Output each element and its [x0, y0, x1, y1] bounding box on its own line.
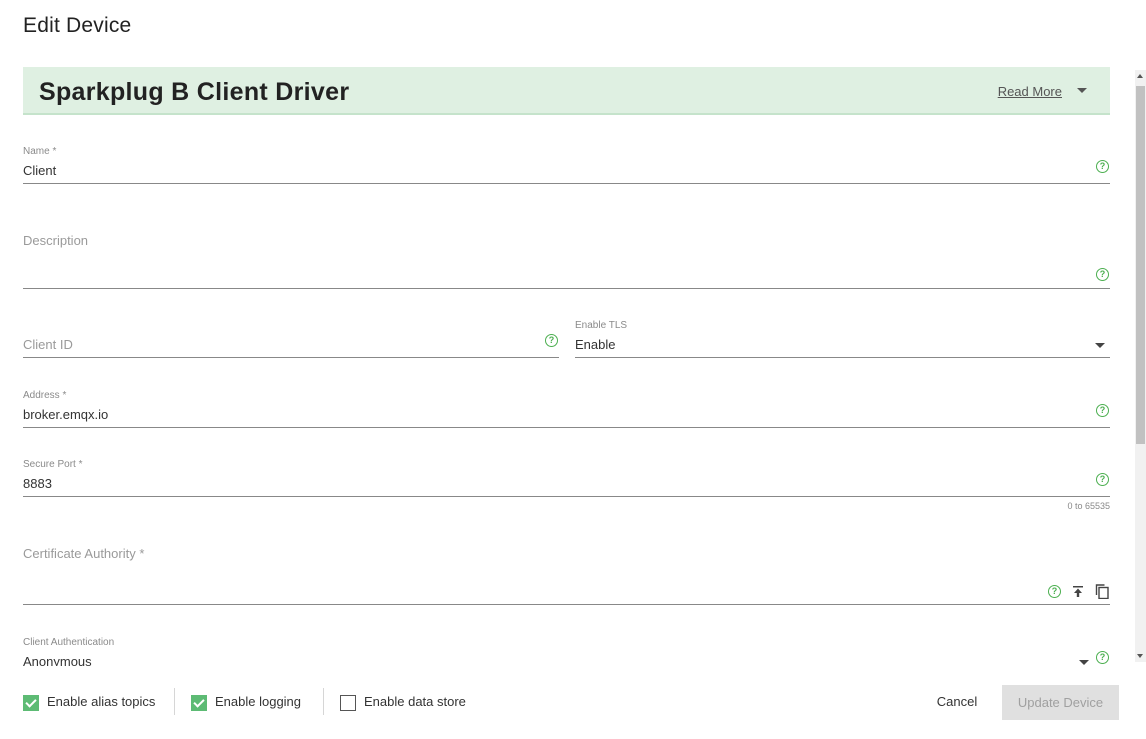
caret-down-icon [1079, 660, 1089, 665]
address-value: broker.emqx.io [23, 407, 109, 422]
client-authentication-select[interactable]: Client Authentication Anonymous ? [23, 635, 1110, 666]
name-label: Name * [23, 146, 57, 157]
address-field[interactable]: Address * broker.emqx.io ? [23, 388, 1110, 428]
scroll-down-arrow-icon[interactable] [1137, 654, 1143, 658]
page-title: Edit Device [23, 14, 132, 37]
enable-tls-value: Enable [575, 337, 616, 352]
help-icon[interactable]: ? [1096, 473, 1109, 486]
divider [174, 688, 175, 715]
dialog-footer: Enable alias topics Enable logging Enabl… [0, 666, 1146, 739]
name-field[interactable]: Name * Client ? [23, 144, 1110, 184]
help-icon[interactable]: ? [1096, 160, 1109, 173]
client-id-label: Client ID [23, 337, 73, 352]
port-range-hint: 0 to 65535 [1067, 501, 1110, 511]
data-store-label[interactable]: Enable data store [364, 694, 466, 709]
help-icon[interactable]: ? [1096, 268, 1109, 281]
data-store-checkbox[interactable] [340, 695, 356, 711]
chevron-down-icon[interactable] [1077, 88, 1087, 93]
help-icon[interactable]: ? [545, 334, 558, 347]
scrollbar-thumb[interactable] [1136, 86, 1145, 444]
driver-banner: Sparkplug B Client Driver Read More [23, 67, 1110, 115]
client-authentication-label: Client Authentication [23, 637, 115, 648]
help-icon[interactable]: ? [1096, 404, 1109, 417]
cancel-button[interactable]: Cancel [922, 686, 992, 718]
alias-topics-label[interactable]: Enable alias topics [47, 694, 155, 709]
client-id-field[interactable]: Client ID ? [23, 318, 559, 358]
enable-tls-label: Enable TLS [575, 320, 628, 331]
secure-port-label: Secure Port * [23, 459, 83, 470]
secure-port-value: 8883 [23, 476, 52, 491]
description-field[interactable]: Description ? [23, 228, 1110, 289]
certificate-authority-field[interactable]: Certificate Authority * ? [23, 541, 1110, 605]
address-label: Address * [23, 390, 67, 401]
alias-topics-checkbox[interactable] [23, 695, 39, 711]
divider [323, 688, 324, 715]
certificate-authority-label: Certificate Authority * [23, 546, 145, 561]
secure-port-field[interactable]: Secure Port * 8883 ? [23, 457, 1110, 497]
scroll-up-arrow-icon[interactable] [1137, 74, 1143, 78]
help-icon[interactable]: ? [1048, 585, 1061, 598]
caret-down-icon [1095, 343, 1105, 348]
update-device-button[interactable]: Update Device [1002, 685, 1119, 720]
description-label: Description [23, 233, 89, 248]
name-value: Client [23, 163, 57, 178]
enable-tls-select[interactable]: Enable TLS Enable [575, 318, 1110, 358]
logging-checkbox[interactable] [191, 695, 207, 711]
copy-icon[interactable] [1095, 584, 1109, 599]
client-authentication-value: Anonymous [23, 654, 92, 666]
driver-title: Sparkplug B Client Driver [39, 78, 350, 106]
read-more-link[interactable]: Read More [998, 84, 1062, 99]
upload-icon[interactable] [1072, 585, 1084, 598]
logging-label[interactable]: Enable logging [215, 694, 301, 709]
scrollbar[interactable] [1135, 70, 1146, 662]
help-icon[interactable]: ? [1096, 651, 1109, 664]
form-scroll-area[interactable]: Sparkplug B Client Driver Read More Name… [0, 60, 1146, 666]
